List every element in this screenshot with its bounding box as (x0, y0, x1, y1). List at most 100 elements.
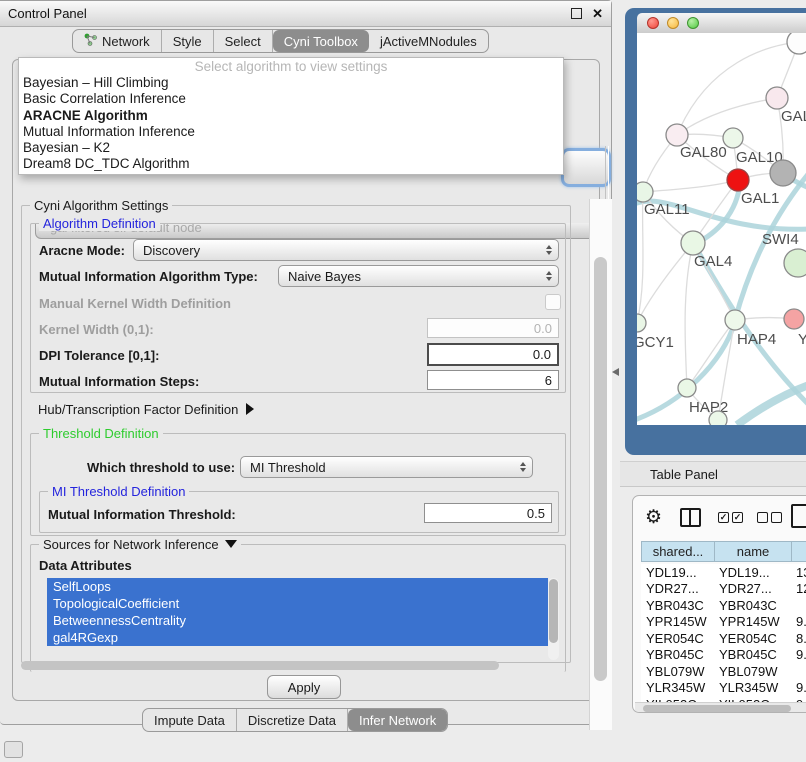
network-node[interactable] (725, 310, 745, 330)
close-icon[interactable]: ✕ (592, 6, 603, 22)
aracne-mode-select[interactable]: Discovery (133, 239, 559, 261)
tab-discretize-data[interactable]: Discretize Data (237, 709, 348, 731)
table-column-header[interactable] (791, 541, 806, 562)
occluded-focused-combobox[interactable] (561, 148, 611, 187)
aracne-mode-value: Discovery (143, 243, 200, 258)
horizontal-scrollbar[interactable] (21, 661, 499, 670)
mi-steps-value: 6 (545, 373, 552, 388)
network-node[interactable] (766, 87, 788, 109)
mi-algorithm-type-select[interactable]: Naive Bayes (278, 265, 559, 287)
manual-kernel-checkbox[interactable] (545, 294, 561, 310)
table-column-header[interactable]: name (714, 541, 791, 562)
table-horizontal-scrollbar[interactable] (635, 702, 806, 713)
stepper-arrows-icon (546, 271, 552, 281)
tab-network[interactable]: Network (73, 30, 162, 52)
network-node-label: SWI4 (762, 231, 799, 248)
network-node[interactable] (770, 160, 796, 186)
select-all-checks-icon[interactable]: ✓✓ (718, 512, 743, 523)
minimize-traffic-light-icon[interactable] (667, 17, 679, 29)
settings-vertical-scrollbar[interactable] (589, 199, 612, 730)
network-window-titlebar[interactable] (637, 13, 806, 33)
algorithm-option[interactable]: Bayesian – Hill Climbing (19, 75, 563, 91)
data-attribute-item[interactable]: BetweennessCentrality (47, 612, 548, 629)
columns-icon[interactable] (680, 508, 701, 527)
table-row[interactable]: YPR145WYPR145W9. (641, 614, 806, 631)
tab-label: Network (102, 34, 150, 49)
mi-steps-field[interactable]: 6 (427, 370, 559, 390)
mi-type-label: Mutual Information Algorithm Type: (39, 269, 258, 284)
data-attribute-item[interactable]: gal4RGexp (47, 629, 548, 646)
which-threshold-value: MI Threshold (250, 460, 326, 475)
network-node[interactable] (666, 124, 688, 146)
top-tab-bar: Network Style Select Cyni Toolbox jActiv… (72, 29, 489, 53)
tab-infer-network[interactable]: Infer Network (348, 709, 447, 731)
kernel-width-field[interactable]: 0.0 (427, 318, 559, 338)
table-row[interactable]: YDL19...YDL19...13 (641, 564, 806, 581)
tab-style[interactable]: Style (162, 30, 214, 52)
network-node[interactable] (709, 411, 727, 425)
zoom-traffic-light-icon[interactable] (687, 17, 699, 29)
table-body: YDL19...YDL19...13YDR27...YDR27...12YBR0… (641, 564, 806, 707)
kernel-width-value: 0.0 (534, 321, 552, 336)
collapsed-panel-button[interactable] (4, 741, 23, 758)
table-cell: YER054C (641, 631, 714, 646)
network-node[interactable] (784, 309, 804, 329)
group-title: Sources for Network Inference (39, 537, 241, 552)
network-canvas[interactable]: GALGAL80GAL10GAL1GAL11SWI4GAL4HAP4YGCY1H… (637, 33, 806, 425)
data-attribute-item[interactable]: SelfLoops (47, 578, 548, 595)
network-node[interactable] (637, 182, 653, 202)
close-traffic-light-icon[interactable] (647, 17, 659, 29)
mi-threshold-field[interactable]: 0.5 (424, 503, 552, 523)
network-node[interactable] (637, 314, 646, 332)
network-node[interactable] (723, 128, 743, 148)
network-node-label: GAL (781, 108, 806, 125)
network-node[interactable] (678, 379, 696, 397)
tab-label: Impute Data (154, 713, 225, 728)
collapse-arrow-icon[interactable] (225, 540, 237, 548)
table-row[interactable]: YBR043CYBR043C (641, 597, 806, 614)
deselect-all-boxes-icon[interactable] (757, 512, 782, 523)
network-node[interactable] (681, 231, 705, 255)
tab-impute-data[interactable]: Impute Data (143, 709, 237, 731)
table-column-header[interactable]: shared... (641, 541, 714, 562)
group-title: Threshold Definition (39, 426, 163, 441)
float-window-icon[interactable] (571, 8, 582, 19)
tab-cyni-toolbox[interactable]: Cyni Toolbox (273, 30, 369, 52)
network-graph: GALGAL80GAL10GAL1GAL11SWI4GAL4HAP4YGCY1H… (637, 33, 806, 425)
table-row[interactable]: YBL079WYBL079W (641, 663, 806, 680)
data-attributes-label: Data Attributes (39, 558, 132, 573)
tab-select[interactable]: Select (214, 30, 273, 52)
table-row[interactable]: YLR345WYLR345W9. (641, 680, 806, 697)
algorithm-placeholder: Select algorithm to view settings (19, 58, 563, 75)
dpi-tolerance-field[interactable]: 0.0 (427, 343, 559, 366)
network-node[interactable] (787, 33, 806, 54)
table-cell: YBR043C (641, 598, 714, 613)
table-panel-titlebar: Table Panel (620, 461, 806, 487)
table-panel-title: Table Panel (650, 467, 718, 482)
algorithm-option[interactable]: Bayesian – K2 (19, 140, 563, 156)
tab-label: Select (225, 34, 261, 49)
algorithm-option[interactable]: ARACNE Algorithm (19, 108, 563, 124)
algorithm-option[interactable]: Dream8 DC_TDC Algorithm (19, 156, 563, 172)
table-cell: YDL19... (641, 565, 714, 580)
apply-button[interactable]: Apply (267, 675, 341, 699)
data-attribute-item[interactable]: TopologicalCoefficient (47, 595, 548, 612)
table-row[interactable]: YER054CYER054C8. (641, 630, 806, 647)
file-icon[interactable] (791, 504, 806, 528)
table-row[interactable]: YBR045CYBR045C9. (641, 647, 806, 664)
network-node[interactable] (784, 249, 806, 277)
group-threshold-definition: Threshold Definition Which threshold to … (30, 433, 566, 536)
tab-label: jActiveMNodules (380, 34, 477, 49)
gear-icon[interactable]: ⚙ (645, 506, 662, 529)
which-threshold-select[interactable]: MI Threshold (240, 456, 533, 478)
table-row[interactable]: YDR27...YDR27...12 (641, 581, 806, 598)
network-icon (84, 33, 97, 49)
hub-factor-expander[interactable]: Hub/Transcription Factor Definition (38, 402, 254, 417)
network-node[interactable] (727, 169, 749, 191)
data-attributes-list[interactable]: SelfLoopsTopologicalCoefficientBetweenne… (47, 578, 548, 646)
tab-jactivemnodules[interactable]: jActiveMNodules (369, 30, 488, 52)
algorithm-option[interactable]: Mutual Information Inference (19, 124, 563, 140)
list-scrollbar[interactable] (548, 578, 559, 660)
algorithm-option[interactable]: Basic Correlation Inference (19, 91, 563, 107)
table-cell: YER054C (714, 631, 791, 646)
